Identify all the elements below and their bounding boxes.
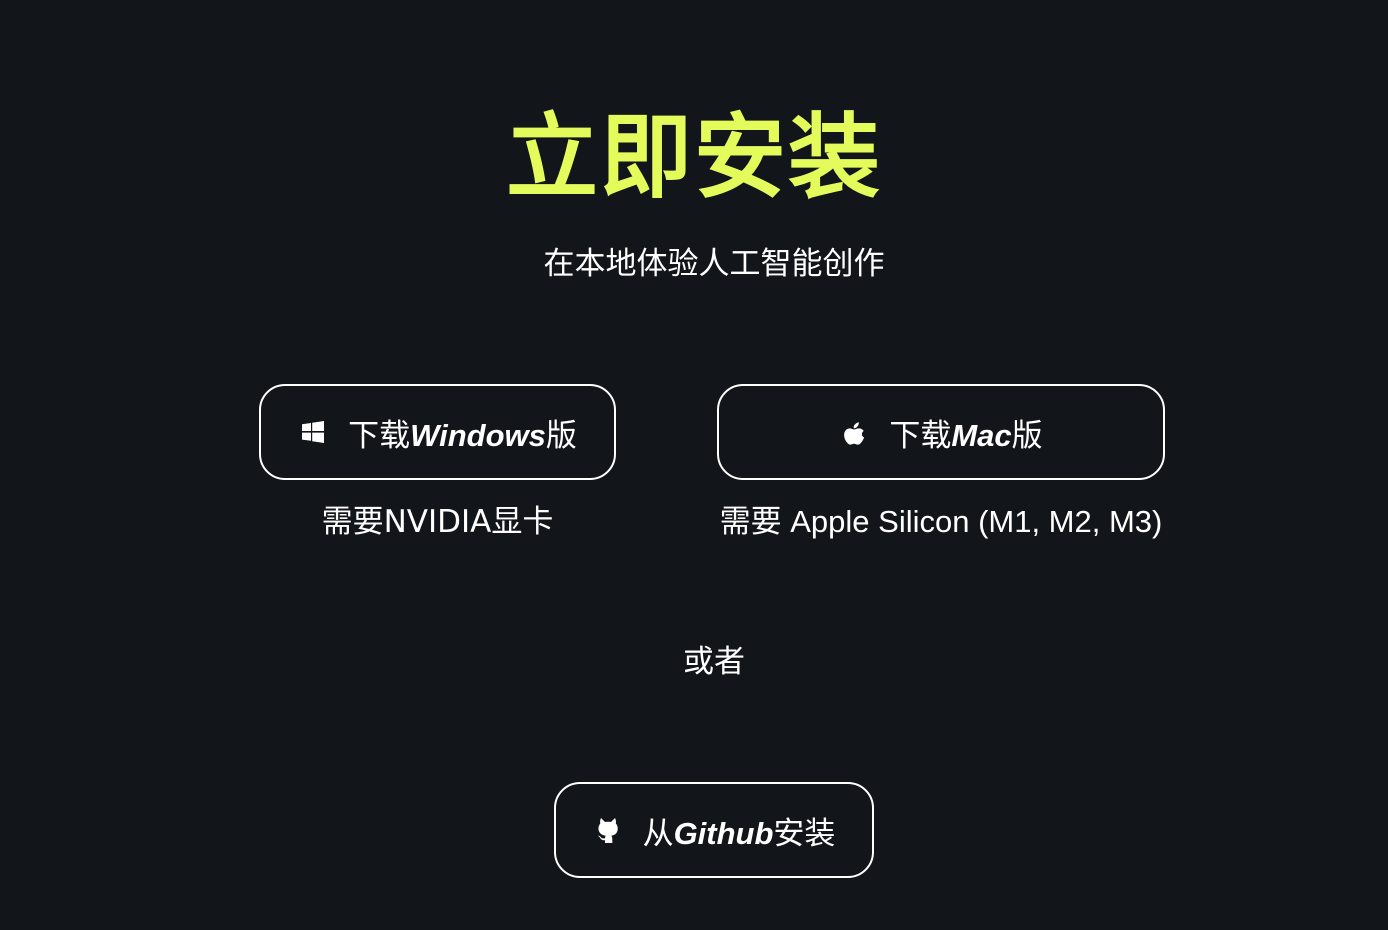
download-windows-prefix: 下载	[348, 417, 411, 454]
download-windows-label: 下载 Windows 版	[348, 410, 577, 455]
page-title: 立即安装	[505, 104, 882, 211]
or-separator: 或者	[683, 644, 745, 680]
install-github-label: 从 Github 安装	[643, 808, 836, 853]
download-mac-suffix: 版	[1011, 417, 1043, 454]
download-mac-prefix: 下载	[889, 417, 952, 454]
install-github-brand: Github	[673, 815, 774, 851]
download-mac-label: 下载 Mac 版	[889, 410, 1042, 455]
install-github-prefix: 从	[642, 815, 674, 852]
download-mac-button[interactable]: 下载 Mac 版	[717, 384, 1165, 480]
windows-icon	[298, 417, 328, 447]
install-github-suffix: 安装	[773, 815, 836, 852]
download-windows-button[interactable]: 下载 Windows 版	[259, 384, 616, 480]
apple-icon	[839, 417, 869, 447]
install-github-button[interactable]: 从 Github 安装	[554, 782, 874, 878]
download-windows-suffix: 版	[545, 417, 577, 454]
mac-requirement: 需要 Apple Silicon (M1, M2, M3)	[719, 504, 1163, 539]
download-windows-brand: Windows	[410, 417, 546, 453]
install-page: 立即安装 在本地体验人工智能创作 下载 Windows 版 需要NVIDIA显卡 下…	[0, 0, 1388, 930]
github-icon	[593, 815, 623, 845]
page-subtitle: 在本地体验人工智能创作	[543, 246, 885, 282]
windows-requirement: 需要NVIDIA显卡	[321, 504, 554, 540]
download-mac-brand: Mac	[951, 417, 1012, 453]
